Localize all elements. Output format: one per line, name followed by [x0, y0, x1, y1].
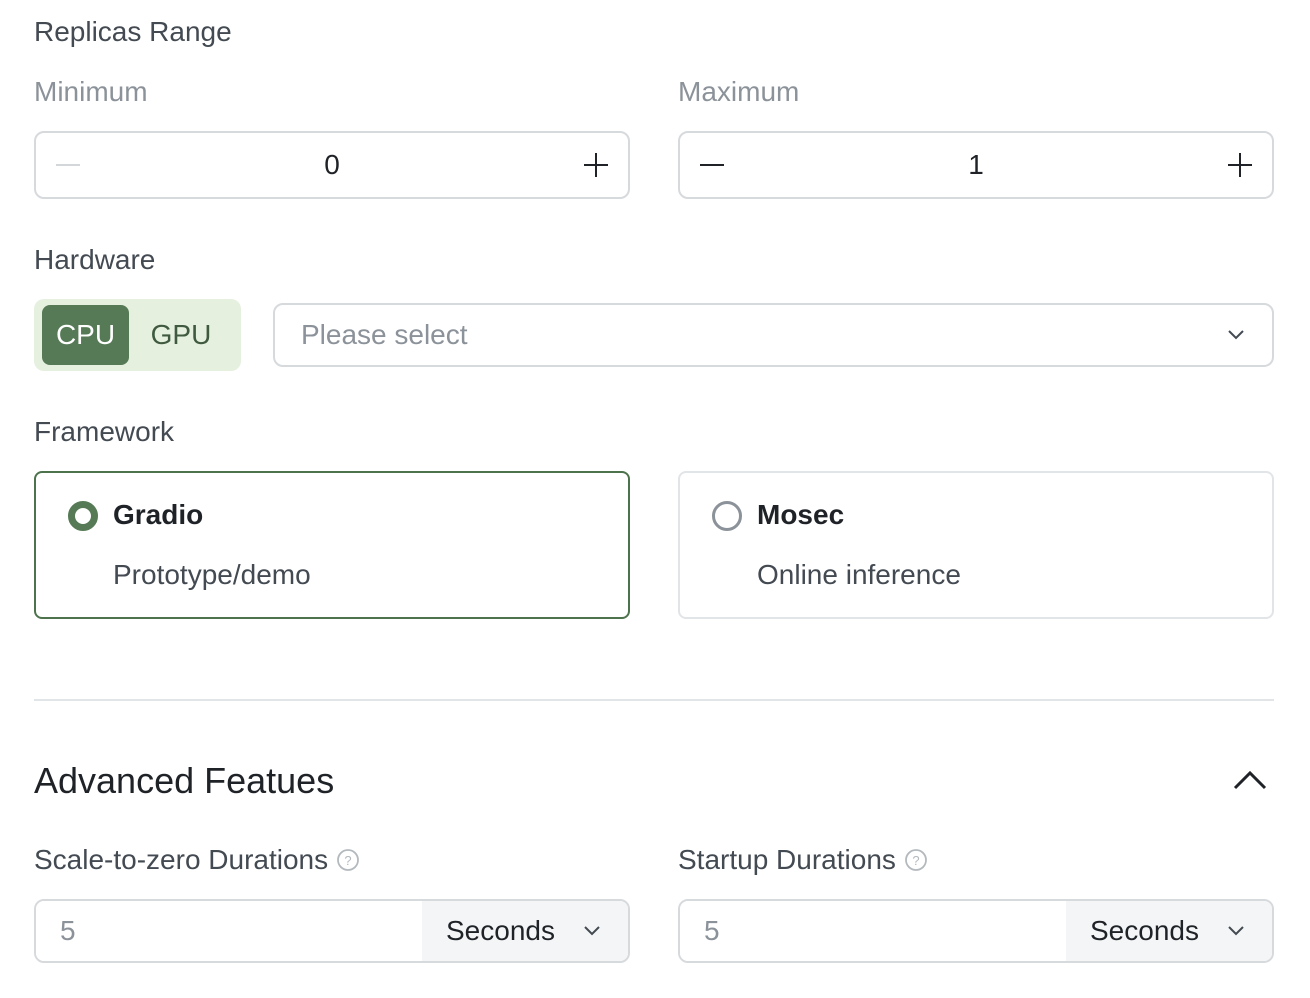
framework-option-mosec[interactable]: Mosec Online inference: [678, 471, 1274, 619]
scale-to-zero-label-text: Scale-to-zero Durations: [34, 844, 329, 875]
hardware-label: Hardware: [34, 244, 156, 275]
advanced-collapse-button[interactable]: [1226, 760, 1274, 800]
unit-label: Seconds: [446, 915, 555, 946]
framework-option-title: Gradio: [113, 499, 204, 530]
chevron-down-icon: [584, 926, 600, 936]
hardware-select[interactable]: Please select: [273, 303, 1274, 367]
maximum-stepper: 1: [678, 131, 1274, 199]
maximum-decrement-button[interactable]: [680, 133, 744, 197]
minimum-value[interactable]: 0: [100, 149, 564, 181]
plus-icon: [1228, 153, 1252, 177]
hardware-option-gpu[interactable]: GPU: [129, 305, 233, 365]
startup-input[interactable]: 5: [680, 901, 1066, 961]
chevron-down-icon: [1228, 926, 1244, 936]
minus-icon: [56, 164, 80, 166]
startup-label: Startup Durations?: [678, 844, 928, 876]
maximum-label: Maximum: [678, 76, 800, 107]
minimum-decrement-button[interactable]: [36, 133, 100, 197]
radio-checked-icon: [68, 501, 98, 531]
unit-label: Seconds: [1090, 915, 1199, 946]
hardware-toggle: CPU GPU: [34, 299, 241, 371]
replicas-range-label: Replicas Range: [34, 16, 232, 47]
framework-label: Framework: [34, 416, 175, 447]
framework-option-title: Mosec: [757, 499, 845, 530]
maximum-value[interactable]: 1: [744, 149, 1208, 181]
scale-to-zero-label: Scale-to-zero Durations?: [34, 844, 360, 876]
radio-unchecked-icon: [712, 501, 742, 531]
advanced-features-title: Advanced Featues: [34, 760, 335, 801]
scale-to-zero-input[interactable]: 5: [36, 901, 422, 961]
framework-option-gradio[interactable]: Gradio Prototype/demo: [34, 471, 630, 619]
help-icon[interactable]: ?: [336, 848, 360, 872]
scale-to-zero-duration-group: 5 Seconds: [34, 899, 630, 963]
help-icon[interactable]: ?: [904, 848, 928, 872]
section-divider: [34, 699, 1274, 701]
startup-duration-group: 5 Seconds: [678, 899, 1274, 963]
framework-option-description: Online inference: [757, 559, 961, 590]
minimum-stepper: 0: [34, 131, 630, 199]
startup-label-text: Startup Durations: [678, 844, 896, 875]
hardware-select-placeholder: Please select: [301, 319, 468, 350]
svg-text:?: ?: [912, 853, 919, 868]
minimum-label: Minimum: [34, 76, 148, 107]
plus-icon: [584, 153, 608, 177]
minus-icon: [700, 164, 724, 166]
maximum-increment-button[interactable]: [1208, 133, 1272, 197]
chevron-up-icon: [1233, 770, 1267, 790]
framework-option-description: Prototype/demo: [113, 559, 311, 590]
minimum-increment-button[interactable]: [564, 133, 628, 197]
chevron-down-icon: [1228, 330, 1244, 340]
svg-text:?: ?: [345, 853, 352, 868]
startup-unit-select[interactable]: Seconds: [1066, 901, 1272, 961]
scale-to-zero-unit-select[interactable]: Seconds: [422, 901, 628, 961]
hardware-option-cpu[interactable]: CPU: [42, 305, 129, 365]
